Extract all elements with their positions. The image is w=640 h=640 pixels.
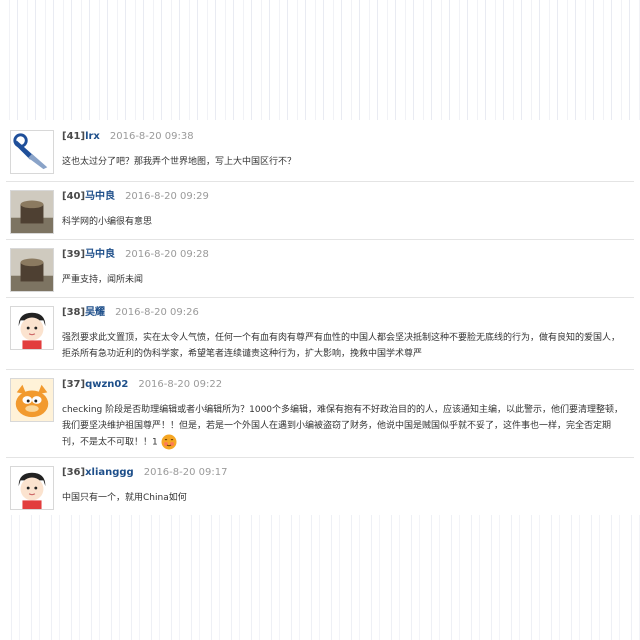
comment-number: [41] (62, 131, 86, 142)
tree-stump-photo[interactable] (10, 190, 54, 234)
comment-item: [36]xlianggg 2016-8-20 09:17 中国只有一个，就用Chi… (6, 458, 634, 514)
garfield-icon[interactable] (10, 378, 54, 422)
comment-item: [40]马中良 2016-8-20 09:29 科学网的小编很有意思 (6, 182, 634, 240)
comment-text: 严重支持，闻所未闻 (62, 275, 144, 285)
timestamp: 2016-8-20 09:38 (109, 131, 194, 142)
username-link[interactable]: qwzn02 (85, 379, 128, 390)
comment-text: 中国只有一个，就用China如何 (62, 493, 187, 503)
username-link[interactable]: 马中良 (85, 249, 115, 260)
tree-stump-photo[interactable] (10, 248, 54, 292)
comment-item: [38]吴耀 2016-8-20 09:26 强烈要求此文置顶，实在太令人气愤，任… (6, 298, 634, 370)
cartoon-boy-icon[interactable] (10, 306, 54, 350)
comment-item: [39]马中良 2016-8-20 09:28 严重支持，闻所未闻 (6, 240, 634, 298)
timestamp: 2016-8-20 09:22 (138, 379, 223, 390)
timestamp: 2016-8-20 09:29 (125, 191, 209, 202)
comment-number: [39] (62, 249, 86, 260)
comment-list: [41]lrx 2016-8-20 09:38 这也太过分了吧？那我弄个世界地图，… (6, 122, 634, 514)
username-link[interactable]: 吴耀 (85, 307, 105, 318)
comment-number: [40] (62, 191, 86, 202)
timestamp: 2016-8-20 09:26 (115, 307, 199, 318)
blushing-face-icon (161, 434, 177, 450)
comment-text: 强烈要求此文置顶，实在太令人气愤，任何一个有血有肉有尊严有血性的中国人都会坚决抵… (62, 333, 621, 359)
comment-number: [37] (62, 379, 86, 390)
bottom-blank-area (0, 515, 640, 640)
comment-item: [37]qwzn02 2016-8-20 09:22 checking 阶段是否助… (6, 370, 634, 458)
username-link[interactable]: 马中良 (85, 191, 115, 202)
top-blank-area (0, 0, 640, 120)
wrench-icon[interactable] (10, 130, 54, 174)
cartoon-boy-icon[interactable] (10, 466, 54, 510)
comment-number: [38] (62, 307, 86, 318)
username-link[interactable]: xlianggg (85, 467, 134, 478)
comment-text: checking 阶段是否助理编辑或者小编辑所为？1000个多编辑，难保有抱有不… (62, 402, 634, 451)
comment-number: [36] (62, 467, 86, 478)
timestamp: 2016-8-20 09:17 (143, 467, 228, 478)
comment-text: 这也太过分了吧？那我弄个世界地图，写上大中国区行不？ (62, 157, 297, 167)
comment-text: 科学网的小编很有意思 (62, 217, 153, 227)
comment-item: [41]lrx 2016-8-20 09:38 这也太过分了吧？那我弄个世界地图，… (6, 122, 634, 182)
timestamp: 2016-8-20 09:28 (125, 249, 209, 260)
username-link[interactable]: lrx (85, 131, 100, 142)
